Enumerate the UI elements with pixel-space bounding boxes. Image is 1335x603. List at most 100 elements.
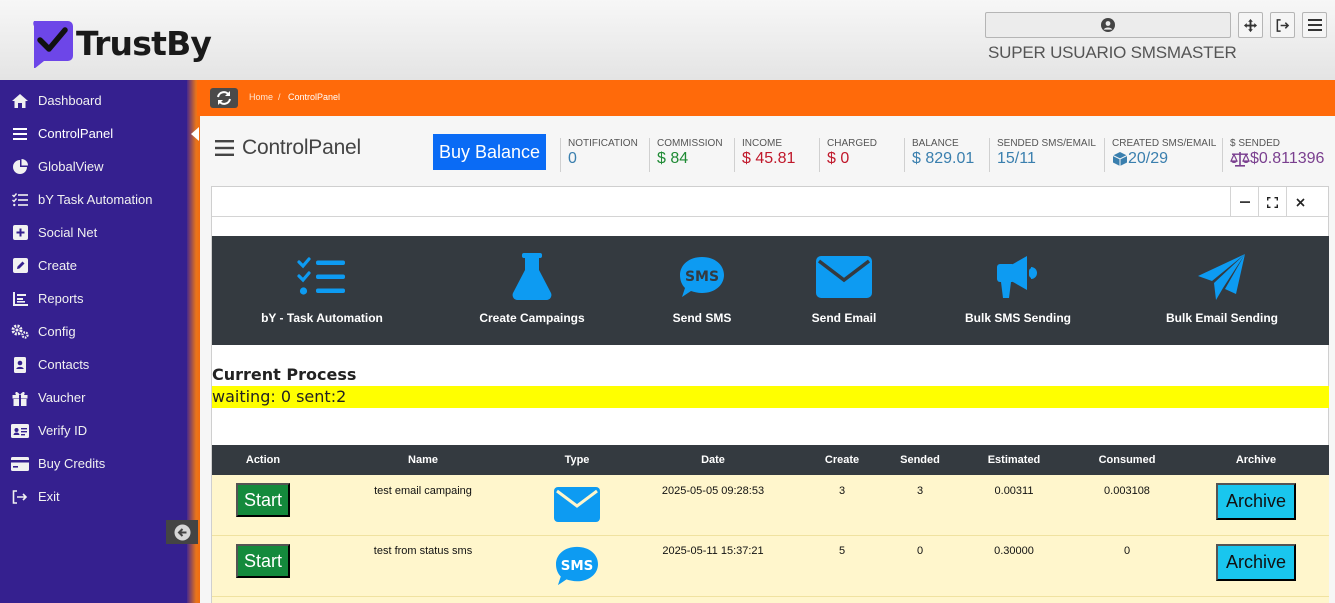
column-header: Date — [701, 454, 725, 466]
flask-icon — [511, 253, 553, 301]
table-row: Start test email campaing 2025-05-05 09:… — [212, 475, 1329, 536]
logout-button[interactable] — [1270, 12, 1295, 38]
menu-icon — [1307, 19, 1322, 31]
refresh-icon — [217, 91, 231, 105]
breadcrumb-current: ControlPanel — [288, 92, 341, 102]
sidebar-item-task-automation[interactable]: bY Task Automation — [0, 183, 187, 216]
sidebar-item-label: GlobalView — [38, 159, 104, 174]
start-button[interactable]: Start — [236, 544, 290, 578]
campaign-table-header: Action Name Type Date Create Sended Esti… — [212, 445, 1329, 475]
sidebar-item-dashboard[interactable]: Dashboard — [0, 84, 187, 117]
sidebar-item-controlpanel[interactable]: ControlPanel — [0, 117, 187, 150]
current-process-title: Current Process — [212, 365, 357, 384]
action-task-automation[interactable]: bY - Task Automation — [252, 236, 392, 345]
svg-text:SMS: SMS — [561, 559, 594, 574]
breadcrumb-home[interactable]: Home — [249, 92, 273, 102]
expand-button[interactable] — [1258, 187, 1286, 217]
sidebar-item-globalview[interactable]: GlobalView — [0, 150, 187, 183]
stat-label: CREATED SMS/EMAIL — [1112, 138, 1217, 149]
stat-sended: SENDED SMS/EMAIL 15/11 — [989, 138, 1096, 172]
bars-icon — [215, 140, 234, 156]
stat-created: CREATED SMS/EMAIL 20/29 — [1104, 138, 1216, 172]
move-button[interactable] — [1238, 12, 1263, 38]
sidebar-item-label: Contacts — [38, 357, 90, 372]
close-button[interactable] — [1286, 187, 1314, 217]
plus-square-icon — [11, 224, 29, 242]
quick-actions: bY - Task Automation Create Campaings SM… — [212, 236, 1329, 345]
task-list-icon — [297, 253, 347, 301]
start-button[interactable]: Start — [236, 483, 290, 517]
action-create-campaings[interactable]: Create Campaings — [462, 236, 602, 345]
campaign-create: 3 — [838, 485, 846, 497]
campaign-estimated: 0.30000 — [994, 545, 1034, 557]
sidebar-item-reports[interactable]: Reports — [0, 282, 187, 315]
campaign-sended: 3 — [916, 485, 924, 497]
sidebar-item-exit[interactable]: Exit — [0, 480, 187, 513]
address-book-icon — [11, 356, 29, 374]
stat-value-wrap: $0.811396 — [1230, 150, 1324, 168]
column-header: Type — [564, 454, 590, 466]
user-menu[interactable] — [985, 12, 1231, 38]
sidebar-item-label: Exit — [38, 489, 60, 504]
column-header: Name — [408, 454, 438, 466]
buy-balance-button[interactable]: Buy Balance — [433, 134, 546, 170]
logo-check-icon — [28, 18, 74, 69]
table-row: Start test from status sms SMS 2025-05-1… — [212, 536, 1329, 597]
archive-button[interactable]: Archive — [1216, 483, 1296, 520]
column-header: Consumed — [1098, 454, 1156, 466]
id-card-icon — [11, 422, 29, 440]
table-row-partial — [212, 597, 1329, 603]
sms-icon: SMS — [554, 545, 600, 592]
stat-label: INCOME — [742, 138, 782, 149]
sidebar-item-vaucher[interactable]: Vaucher — [0, 381, 187, 414]
sidebar-item-contacts[interactable]: Contacts — [0, 348, 187, 381]
campaign-sended: 0 — [916, 545, 924, 557]
action-label: Bulk SMS Sending — [964, 311, 1071, 325]
sign-out-icon — [11, 488, 29, 506]
column-header: Archive — [1235, 454, 1277, 466]
stat-value-wrap: 20/29 — [1112, 150, 1216, 168]
archive-button[interactable]: Archive — [1216, 544, 1296, 581]
hamburger-menu-button[interactable] — [1302, 12, 1327, 38]
close-icon — [1296, 197, 1305, 207]
sign-out-icon — [1276, 18, 1290, 32]
panel-toolbar — [212, 187, 1328, 217]
stat-notification: NOTIFICATION 0 — [560, 138, 638, 172]
column-header: Estimated — [987, 454, 1041, 466]
refresh-button[interactable] — [210, 88, 238, 108]
stat-label: SENDED SMS/EMAIL — [997, 138, 1096, 149]
stat-label: BALANCE — [912, 138, 959, 149]
sidebar-item-label: Social Net — [38, 225, 98, 240]
app-logo[interactable]: TrustBy — [28, 18, 212, 69]
sidebar-item-config[interactable]: Config — [0, 315, 187, 348]
expand-icon — [1267, 196, 1278, 208]
sidebar-collapse-button[interactable] — [166, 520, 198, 544]
action-bulk-email[interactable]: Bulk Email Sending — [1142, 236, 1302, 345]
stat-label: $ SENDED — [1230, 138, 1281, 149]
action-send-sms[interactable]: SMS Send SMS — [642, 236, 762, 345]
stat-value: 15/11 — [997, 150, 1036, 167]
column-header: Action — [245, 454, 281, 466]
breadcrumb-bar — [197, 80, 1335, 116]
bars-icon — [11, 125, 29, 143]
sidebar-item-label: Create — [38, 258, 78, 273]
stat-label: COMMISSION — [657, 138, 723, 149]
balance-scale-icon — [1230, 152, 1250, 167]
sidebar-item-social-net[interactable]: Social Net — [0, 216, 187, 249]
action-send-email[interactable]: Send Email — [784, 236, 904, 345]
minimize-button[interactable] — [1230, 187, 1258, 217]
username-label: SUPER USUARIO SMSMASTER — [988, 43, 1237, 62]
sidebar-item-label: Config — [38, 324, 76, 339]
pie-chart-icon — [11, 158, 29, 176]
stat-value: $0.811396 — [1250, 150, 1325, 167]
campaign-name: test from status sms — [373, 545, 473, 557]
campaign-create: 5 — [838, 545, 846, 557]
sidebar-item-label: Buy Credits — [38, 456, 106, 471]
sms-icon: SMS — [678, 253, 726, 301]
sidebar-item-verify-id[interactable]: Verify ID — [0, 414, 187, 447]
sidebar-item-create[interactable]: Create — [0, 249, 187, 282]
sidebar-item-buy-credits[interactable]: Buy Credits — [0, 447, 187, 480]
stat-value: $ 84 — [657, 150, 689, 167]
action-bulk-sms[interactable]: Bulk SMS Sending — [948, 236, 1088, 345]
minimize-icon — [1239, 201, 1250, 203]
